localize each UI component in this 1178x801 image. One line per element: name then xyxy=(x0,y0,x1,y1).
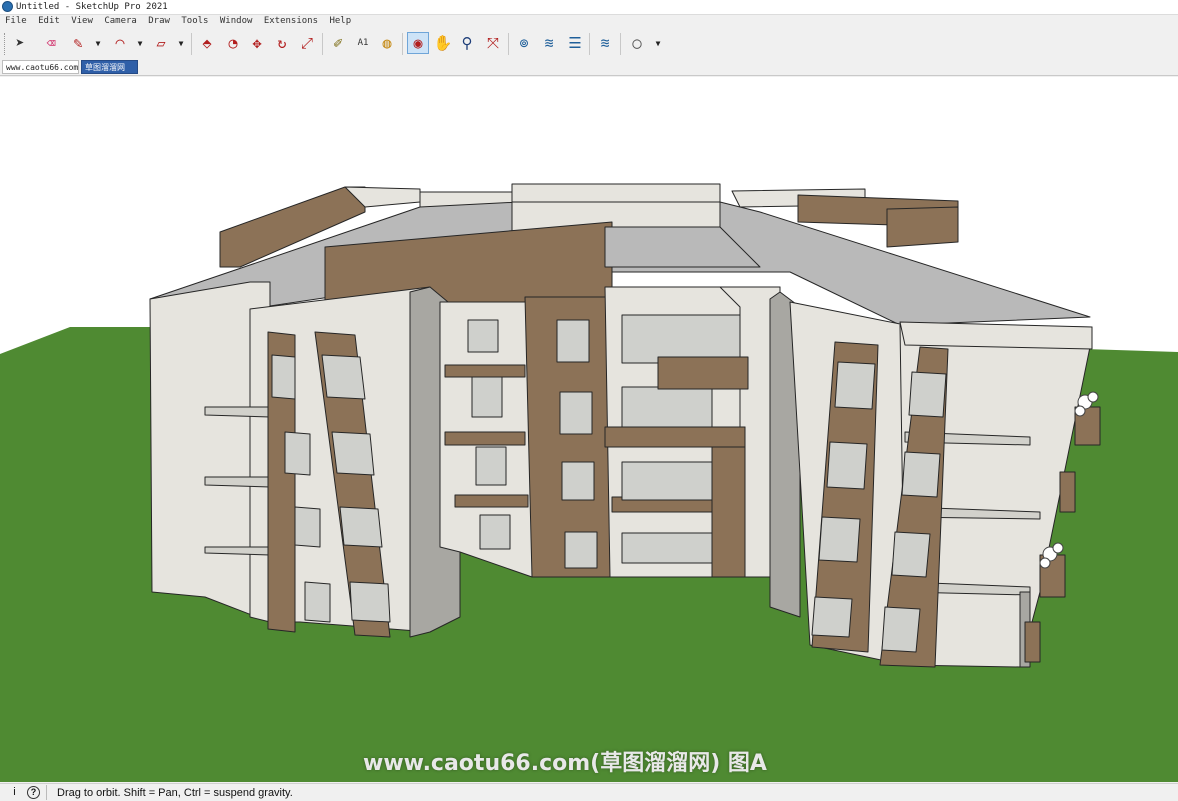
pencil-dropdown[interactable]: ▼ xyxy=(93,32,103,54)
account-icon: ◯ xyxy=(632,34,642,52)
modeling-viewport[interactable] xyxy=(0,77,1178,782)
text-icon: A1 xyxy=(357,38,369,48)
layout-icon: ☰ xyxy=(568,34,582,52)
tape-measure-icon: ✐ xyxy=(333,34,343,52)
rotate-icon: ↻ xyxy=(277,34,287,52)
text-tool-button[interactable]: A1 xyxy=(352,32,374,54)
select-icon: ➤ xyxy=(15,34,25,52)
pencil-tool-button[interactable]: ✎ xyxy=(67,32,89,54)
toolbar-separator xyxy=(191,33,192,55)
chevron-down-icon: ▼ xyxy=(655,38,661,48)
building-scene xyxy=(0,183,1178,782)
status-bar: i ? Drag to orbit. Shift = Pan, Ctrl = s… xyxy=(0,783,1178,801)
menu-tools[interactable]: Tools xyxy=(181,16,208,26)
select-tool-button[interactable]: ➤ xyxy=(9,32,31,54)
rectangle-icon: ▱ xyxy=(156,34,166,52)
toolbar-separator xyxy=(620,33,621,55)
menu-view[interactable]: View xyxy=(71,16,93,26)
paint-bucket-tool-button[interactable]: ◍ xyxy=(376,32,398,54)
rotate-tool-button[interactable]: ↻ xyxy=(271,32,293,54)
push-pull-tool-button[interactable]: ⬘ xyxy=(196,32,218,54)
eraser-tool-button[interactable]: ⌫ xyxy=(40,32,62,54)
paint-bucket-icon: ◍ xyxy=(382,34,392,52)
rectangle-dropdown[interactable]: ▼ xyxy=(176,32,186,54)
move-icon: ✥ xyxy=(252,34,262,52)
extension-warehouse-button[interactable]: ≋ xyxy=(538,32,560,54)
zoom-icon: ⚲ xyxy=(461,34,473,52)
scene-tab-caotu-chinese[interactable]: 草图溜溜网 xyxy=(81,60,138,74)
toolbar-separator xyxy=(402,33,403,55)
toolbar-separator xyxy=(322,33,323,55)
menu-window[interactable]: Window xyxy=(220,16,253,26)
orbit-icon: ◉ xyxy=(413,34,423,52)
follow-me-tool-button[interactable]: ◔ xyxy=(222,32,244,54)
arc-tool-button[interactable]: ◠ xyxy=(109,32,131,54)
menu-camera[interactable]: Camera xyxy=(104,16,137,26)
menu-help[interactable]: Help xyxy=(329,16,351,26)
main-toolbar: ➤ ⌫ ✎ ▼ ◠ ▼ ▱ ▼ ⬘ ◔ ✥ ↻ ⤢ ✐ A1 ◍ ◉ ✋ ⚲ ⤧… xyxy=(0,29,1178,59)
push-pull-icon: ⬘ xyxy=(202,34,212,52)
chevron-down-icon: ▼ xyxy=(178,38,184,48)
zoom-extents-tool-button[interactable]: ⤧ xyxy=(482,32,504,54)
arc-icon: ◠ xyxy=(115,34,125,52)
extension-manager-button[interactable]: ≋ xyxy=(594,32,616,54)
zoom-tool-button[interactable]: ⚲ xyxy=(456,32,478,54)
3d-warehouse-button[interactable]: ⊚ xyxy=(513,32,535,54)
move-tool-button[interactable]: ✥ xyxy=(246,32,268,54)
pan-tool-button[interactable]: ✋ xyxy=(432,32,454,54)
scene-tab-bar: www.caotu66.com 草图溜溜网 xyxy=(0,59,1178,76)
scene-tab-caotu66[interactable]: www.caotu66.com xyxy=(2,60,79,74)
window-title: Untitled - SketchUp Pro 2021 xyxy=(16,2,168,12)
scale-tool-button[interactable]: ⤢ xyxy=(296,32,318,54)
menu-edit[interactable]: Edit xyxy=(38,16,60,26)
account-dropdown[interactable]: ▼ xyxy=(653,32,663,54)
geo-location-icon[interactable]: i xyxy=(8,786,21,799)
tape-measure-tool-button[interactable]: ✐ xyxy=(327,32,349,54)
zoom-extents-icon: ⤧ xyxy=(486,34,499,52)
eraser-icon: ⌫ xyxy=(46,34,56,52)
warehouse-icon: ⊚ xyxy=(519,34,529,52)
arc-dropdown[interactable]: ▼ xyxy=(135,32,145,54)
chevron-down-icon: ▼ xyxy=(137,38,143,48)
layout-button[interactable]: ☰ xyxy=(564,32,586,54)
scale-icon: ⤢ xyxy=(300,34,313,52)
pan-icon: ✋ xyxy=(433,34,453,52)
chevron-down-icon: ▼ xyxy=(95,38,101,48)
watermark-text: www.caotu66.com(草图溜溜网) 图A xyxy=(363,751,767,776)
follow-me-icon: ◔ xyxy=(228,34,238,52)
menu-draw[interactable]: Draw xyxy=(148,16,170,26)
title-bar: Untitled - SketchUp Pro 2021 xyxy=(0,0,1178,15)
toolbar-grip[interactable] xyxy=(4,33,8,55)
menu-file[interactable]: File xyxy=(5,16,27,26)
orbit-tool-button[interactable]: ◉ xyxy=(407,32,429,54)
status-message: Drag to orbit. Shift = Pan, Ctrl = suspe… xyxy=(57,787,293,799)
menu-bar: File Edit View Camera Draw Tools Window … xyxy=(0,15,1178,28)
toolbar-separator xyxy=(589,33,590,55)
instructor-icon[interactable]: ? xyxy=(27,786,40,799)
account-button[interactable]: ◯ xyxy=(626,32,648,54)
extension-manager-icon: ≋ xyxy=(600,34,610,52)
toolbar-separator xyxy=(508,33,509,55)
rectangle-tool-button[interactable]: ▱ xyxy=(150,32,172,54)
sketchup-app-icon xyxy=(2,1,13,12)
pencil-icon: ✎ xyxy=(73,34,83,52)
status-divider xyxy=(46,785,47,800)
menu-extensions[interactable]: Extensions xyxy=(264,16,318,26)
extension-warehouse-icon: ≋ xyxy=(544,34,554,52)
